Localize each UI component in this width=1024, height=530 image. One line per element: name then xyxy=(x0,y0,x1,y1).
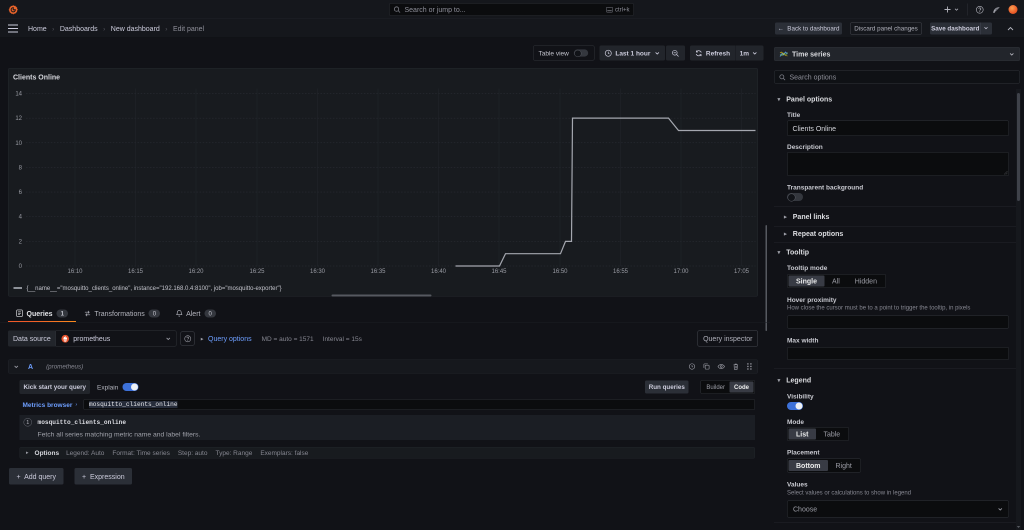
svg-text:{__name__="mosquitto_clients_o: {__name__="mosquitto_clients_online", in… xyxy=(27,286,282,292)
svg-text:10: 10 xyxy=(15,141,22,147)
svg-text:8: 8 xyxy=(19,165,23,171)
svg-text:16:30: 16:30 xyxy=(310,269,326,275)
svg-text:16:15: 16:15 xyxy=(128,269,144,275)
svg-text:2: 2 xyxy=(19,239,23,245)
svg-text:16:45: 16:45 xyxy=(491,269,507,275)
svg-text:0: 0 xyxy=(19,264,23,270)
svg-text:16:25: 16:25 xyxy=(249,269,265,275)
svg-text:16:10: 16:10 xyxy=(67,269,83,275)
svg-text:17:00: 17:00 xyxy=(673,269,689,275)
svg-text:14: 14 xyxy=(15,92,22,98)
svg-text:4: 4 xyxy=(19,215,23,221)
svg-text:16:20: 16:20 xyxy=(188,269,204,275)
svg-text:16:50: 16:50 xyxy=(552,269,568,275)
svg-text:16:40: 16:40 xyxy=(431,269,447,275)
svg-text:16:35: 16:35 xyxy=(370,269,386,275)
svg-text:17:05: 17:05 xyxy=(734,269,750,275)
svg-text:12: 12 xyxy=(15,116,22,122)
svg-text:6: 6 xyxy=(19,190,23,196)
svg-text:16:55: 16:55 xyxy=(613,269,629,275)
